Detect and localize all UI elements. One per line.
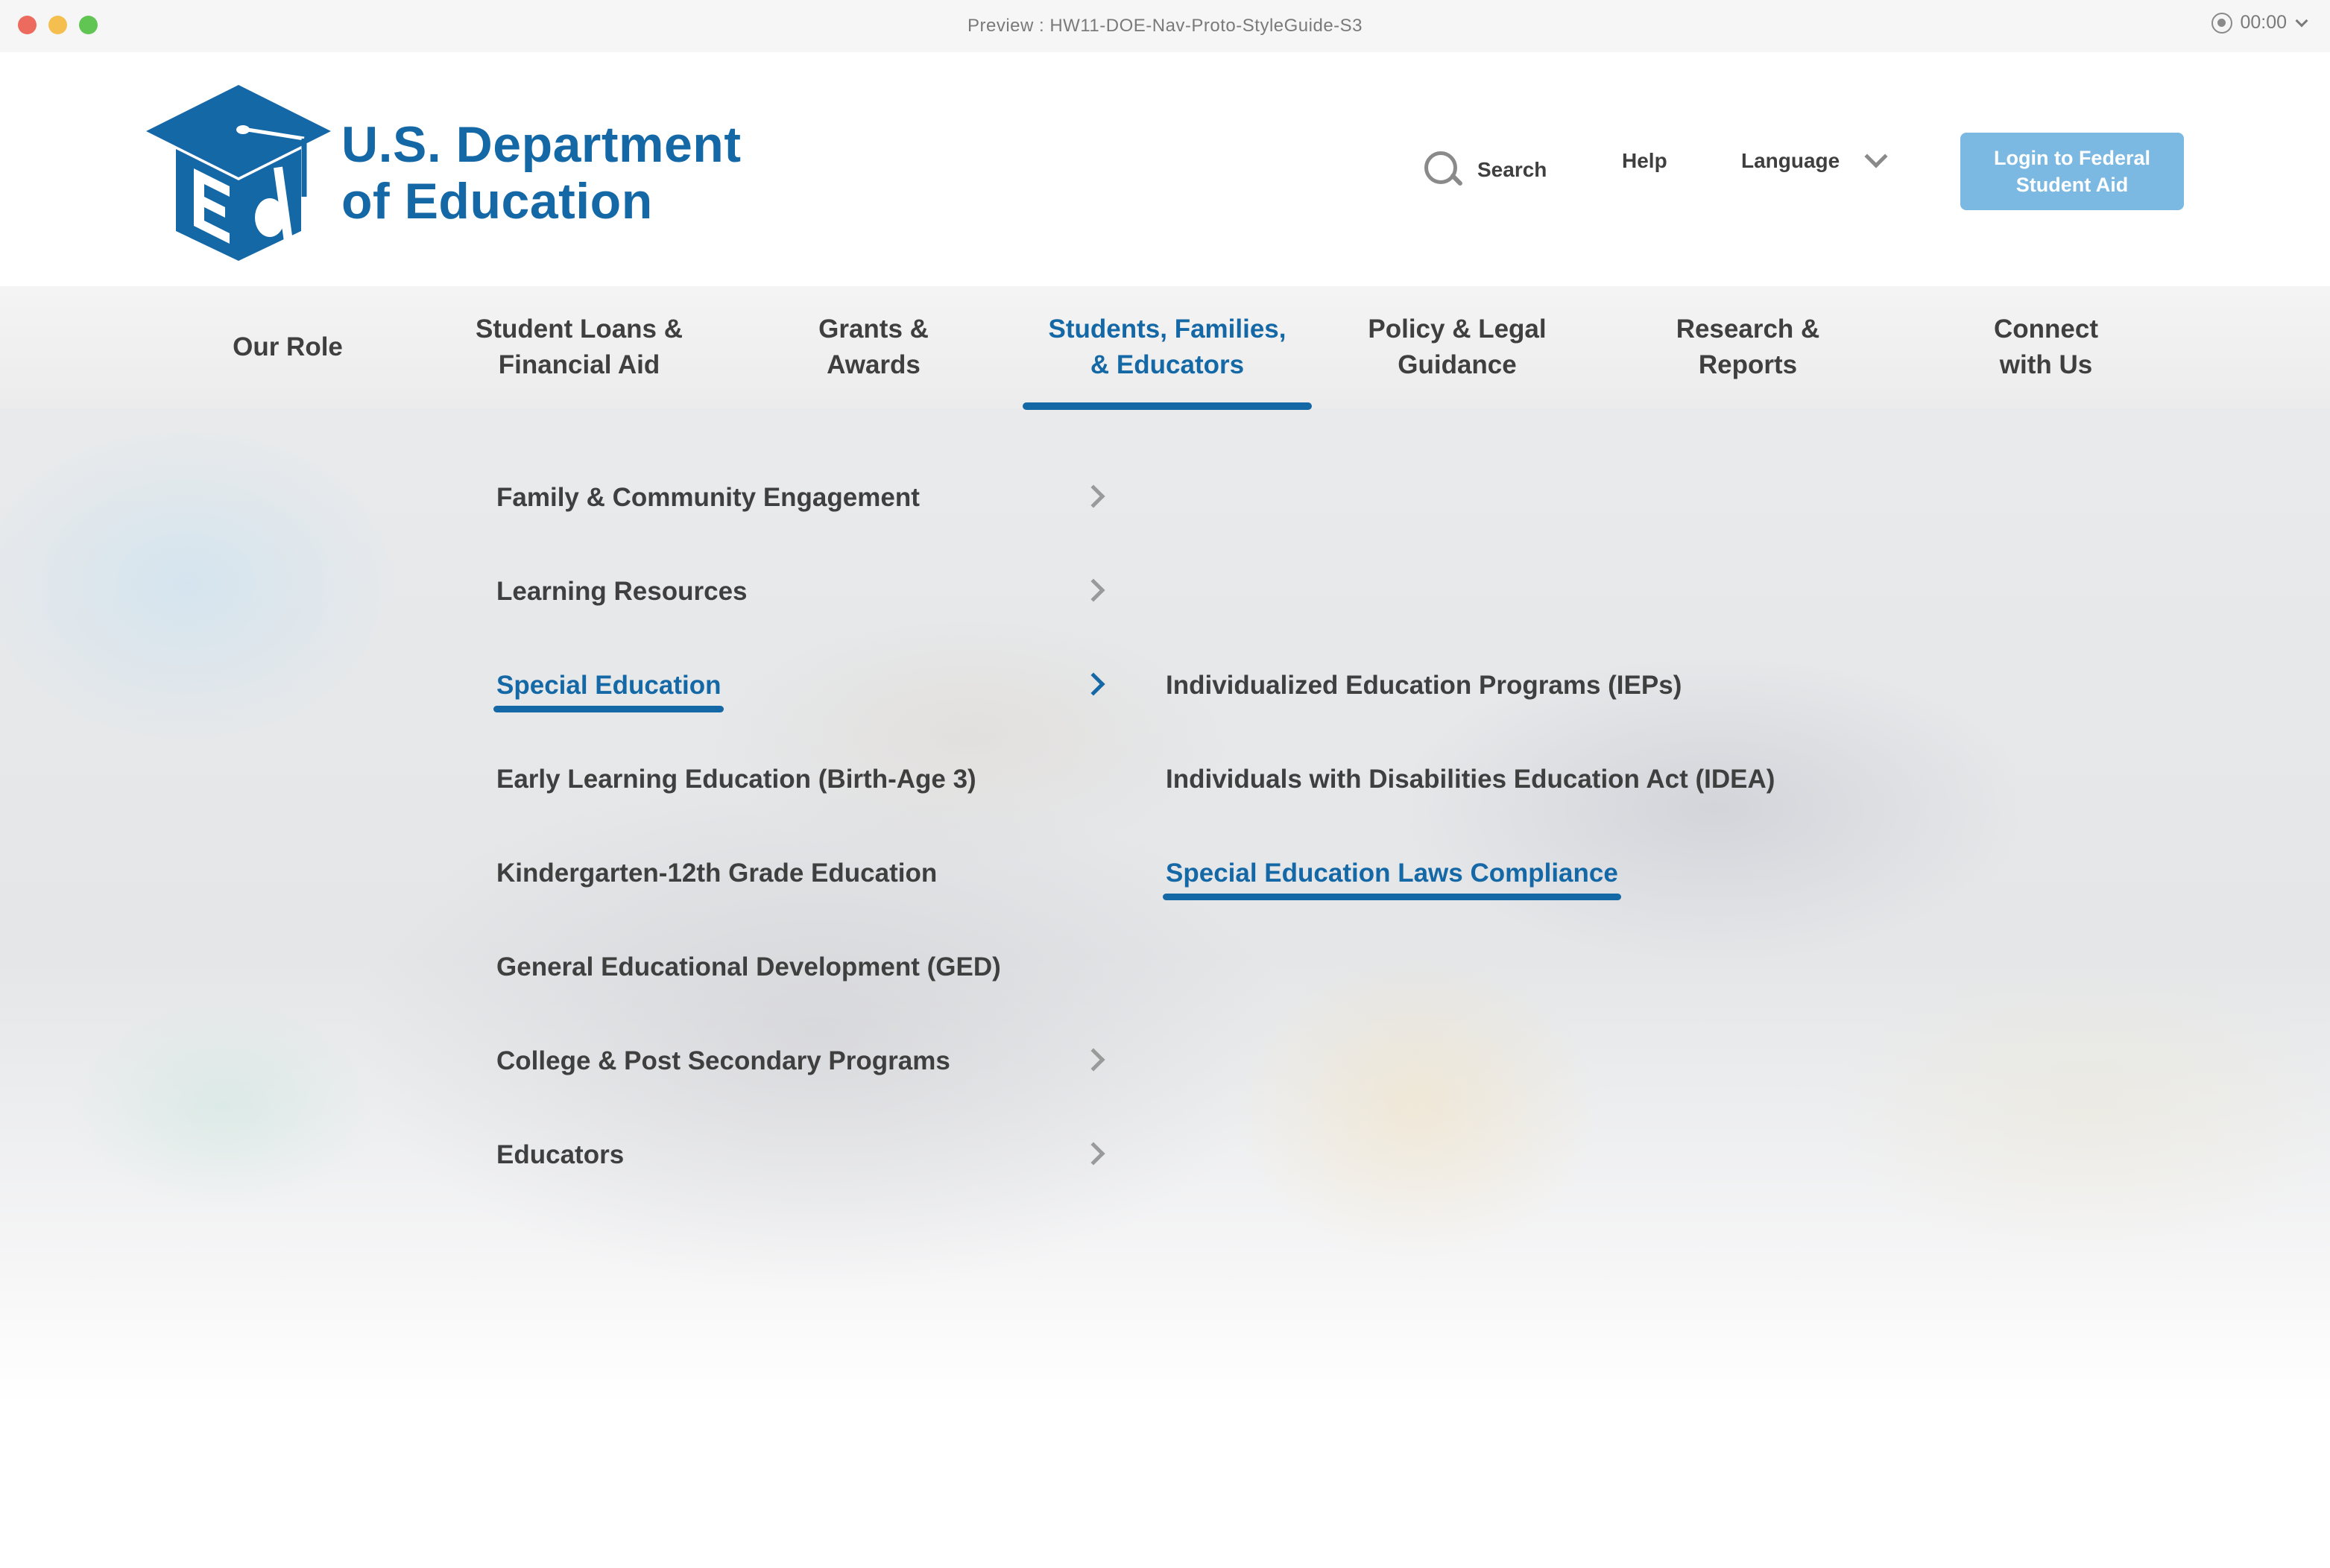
menu-item-label: Educators	[496, 1140, 625, 1169]
menu-item-label: Special Education	[493, 671, 724, 712]
login-federal-student-aid-button[interactable]: Login to Federal Student Aid	[1960, 133, 2184, 210]
chevron-down-icon	[2295, 14, 2308, 27]
nav-research-reports[interactable]: Research & Reports	[1640, 309, 1856, 386]
nav-our-role[interactable]: Our Role	[201, 309, 374, 386]
nav-student-loans[interactable]: Student Loans & Financial Aid	[440, 309, 719, 386]
menu-item-early-learning[interactable]: Early Learning Education (Birth-Age 3)	[496, 753, 1108, 806]
minimize-window-button[interactable]	[48, 16, 67, 34]
help-label: Help	[1622, 149, 1667, 172]
menu-item-family-community[interactable]: Family & Community Engagement	[496, 472, 1108, 524]
window-controls	[18, 16, 98, 34]
chevron-down-icon	[1864, 145, 1888, 168]
menu-item-educators[interactable]: Educators	[496, 1129, 1108, 1181]
menu-item-learning-resources[interactable]: Learning Resources	[496, 566, 1108, 618]
chevron-right-icon	[1082, 1048, 1105, 1072]
window-titlebar: Preview : HW11-DOE-Nav-Proto-StyleGuide-…	[0, 0, 2330, 52]
menu-item-text: Special Education	[496, 671, 722, 700]
recording-timer[interactable]: 00:00	[2211, 12, 2308, 34]
ed-logo-icon[interactable]	[146, 85, 332, 261]
submenu-item-label: Individualized Education Programs (IEPs)	[1166, 671, 1682, 700]
site-name-line2: of Education	[341, 173, 653, 230]
active-nav-indicator	[1023, 402, 1312, 410]
menu-item-label: Family & Community Engagement	[496, 483, 920, 512]
help-link[interactable]: Help	[1622, 149, 1667, 173]
submenu-item-label: Individuals with Disabilities Education …	[1166, 765, 1775, 794]
site-name-line1: U.S. Department	[341, 116, 742, 173]
menu-item-label: General Educational Development (GED)	[496, 952, 1001, 981]
record-icon	[2211, 12, 2233, 34]
window-title: Preview : HW11-DOE-Nav-Proto-StyleGuide-…	[967, 16, 1363, 36]
menu-item-ged[interactable]: General Educational Development (GED)	[496, 941, 1108, 993]
active-item-underline	[493, 706, 724, 712]
chevron-right-icon	[1082, 578, 1105, 602]
nav-students-families-educators[interactable]: Students, Families, & Educators	[1023, 309, 1312, 386]
menu-item-special-education[interactable]: Special Education	[493, 660, 1108, 712]
login-label: Login to Federal Student Aid	[1993, 147, 2150, 196]
blurred-background	[0, 286, 2330, 1568]
timer-value: 00:00	[2240, 12, 2287, 33]
menu-item-label: Early Learning Education (Birth-Age 3)	[496, 765, 976, 794]
site-name[interactable]: U.S. Department of Education	[341, 116, 742, 230]
nav-policy-legal[interactable]: Policy & Legal Guidance	[1334, 309, 1580, 386]
submenu-item-ieps[interactable]: Individualized Education Programs (IEPs)	[1166, 660, 1682, 712]
language-dropdown[interactable]: Language	[1741, 145, 1888, 173]
chevron-right-icon	[1082, 672, 1105, 696]
nav-grants-awards[interactable]: Grants & Awards	[768, 309, 979, 386]
chevron-right-icon	[1082, 484, 1105, 508]
chevron-right-icon	[1082, 1142, 1105, 1166]
submenu-item-label: Special Education Laws Compliance	[1163, 859, 1621, 900]
menu-item-label: Kindergarten-12th Grade Education	[496, 859, 938, 888]
submenu-item-laws-compliance[interactable]: Special Education Laws Compliance	[1163, 847, 1621, 900]
menu-item-k12[interactable]: Kindergarten-12th Grade Education	[496, 847, 1108, 900]
language-label: Language	[1741, 149, 1840, 172]
menu-item-college[interactable]: College & Post Secondary Programs	[496, 1035, 1108, 1087]
active-item-underline	[1163, 894, 1621, 900]
nav-connect[interactable]: Connect with Us	[1938, 309, 2154, 386]
close-window-button[interactable]	[18, 16, 37, 34]
menu-item-label: Learning Resources	[496, 577, 748, 606]
main-navigation: Our Role Student Loans & Financial Aid G…	[0, 286, 2330, 410]
submenu-item-idea[interactable]: Individuals with Disabilities Education …	[1166, 753, 1775, 806]
search-button[interactable]: Search	[1422, 149, 1547, 191]
site-header: U.S. Department of Education Search Help…	[0, 52, 2330, 286]
zoom-window-button[interactable]	[79, 16, 98, 34]
search-label: Search	[1477, 158, 1547, 181]
submenu-item-text: Special Education Laws Compliance	[1166, 859, 1618, 888]
menu-item-label: College & Post Secondary Programs	[496, 1046, 950, 1075]
search-icon	[1422, 149, 1464, 191]
